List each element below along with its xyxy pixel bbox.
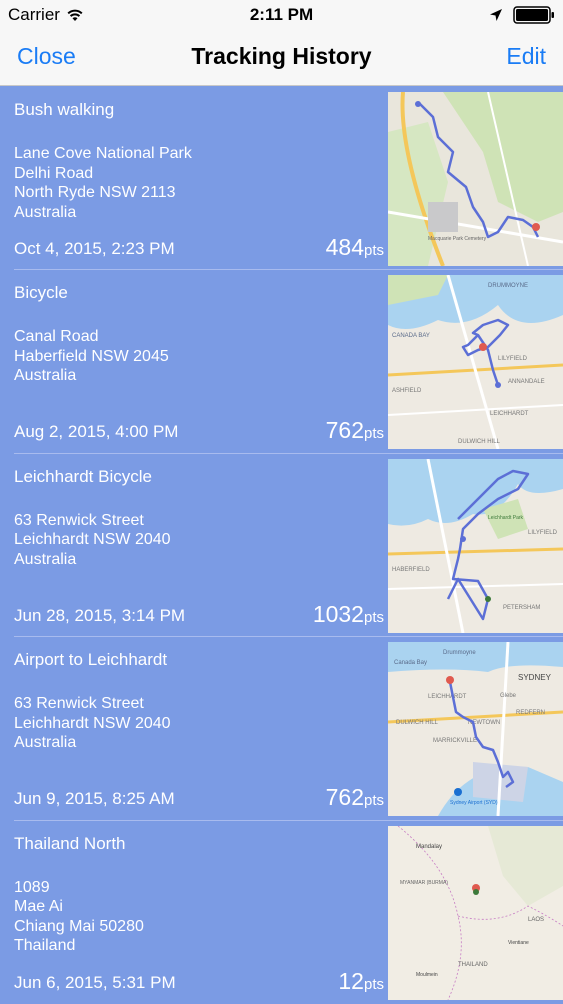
address-line: Chiang Mai 50280	[14, 917, 144, 935]
track-address: Canal Road Haberfield NSW 2045 Australia	[14, 327, 169, 386]
map-place-label: DULWICH HILL	[458, 439, 501, 445]
map-place-label: Vientiane	[508, 940, 529, 946]
track-date: Jun 6, 2015, 5:31 PM	[14, 972, 176, 992]
map-place-label: Sydney Airport (SYD)	[450, 800, 498, 806]
tracking-history-list: Bush walking Lane Cove National Park Del…	[0, 87, 563, 1004]
points-count: 1032	[312, 600, 364, 627]
status-bar: Carrier 2:11 PM	[0, 0, 563, 30]
location-arrow-icon	[490, 9, 502, 21]
map-place-label: LEICHHARDT	[428, 694, 467, 700]
map-place-label: Glebe	[500, 693, 517, 699]
address-line: Mae Ai	[14, 898, 63, 916]
address-line: 1089	[14, 878, 50, 896]
map-place-label: Mandalay	[416, 844, 442, 850]
map-place-label: MYANMAR (BURMA)	[400, 880, 448, 886]
edit-button[interactable]: Edit	[506, 43, 546, 70]
points-unit: pts	[363, 425, 384, 443]
track-points: 1032pts	[313, 601, 384, 628]
map-place-label: Macquarie Park Cemetery	[428, 236, 487, 242]
address-line: Thailand	[14, 937, 76, 955]
page-title: Tracking History	[191, 43, 372, 69]
track-points: 762pts	[326, 784, 384, 811]
track-address: 63 Renwick Street Leichhardt NSW 2040 Au…	[14, 511, 171, 570]
map-place-label: DRUMMOYNE	[488, 283, 528, 289]
address-line: Australia	[14, 734, 77, 752]
address-line: Australia	[14, 203, 77, 221]
address-line: Leichhardt NSW 2040	[14, 531, 171, 549]
track-name: Thailand North	[14, 833, 126, 853]
map-place-label: REDFERN	[516, 710, 545, 716]
track-date: Jun 28, 2015, 3:14 PM	[14, 605, 186, 625]
map-place-label: PETERSHAM	[503, 605, 540, 611]
address-line: Canal Road	[14, 328, 99, 346]
track-row[interactable]: Bush walking Lane Cove National Park Del…	[0, 87, 563, 271]
track-name: Bush walking	[14, 100, 115, 119]
track-name: Leichhardt Bicycle	[14, 466, 152, 486]
route-map-thumbnail: Macquarie Park Cemetery	[388, 92, 563, 266]
points-unit: pts	[363, 975, 384, 993]
points-unit: pts	[363, 608, 384, 626]
map-place-label: ASHFIELD	[392, 388, 422, 394]
track-points: 762pts	[326, 417, 384, 444]
track-row[interactable]: Airport to Leichhardt 63 Renwick Street …	[0, 637, 563, 821]
map-place-label: LILYFIELD	[498, 356, 528, 362]
track-address: 63 Renwick Street Leichhardt NSW 2040 Au…	[14, 694, 171, 753]
address-line: Delhi Road	[14, 164, 94, 182]
address-line: Australia	[14, 550, 77, 568]
track-name: Bicycle	[14, 283, 68, 303]
map-place-label: LAOS	[528, 917, 544, 923]
address-line: 63 Renwick Street	[14, 695, 144, 713]
map-place-label: MARRICKVILLE	[433, 738, 477, 744]
points-count: 762	[325, 417, 364, 444]
map-place-label: HABERFIELD	[392, 567, 430, 573]
clock: 2:11 PM	[249, 5, 314, 24]
track-address: Lane Cove National Park Delhi Road North…	[14, 144, 192, 222]
points-unit: pts	[363, 242, 384, 259]
route-map-thumbnail: Drummoyne Canada Bay SYDNEY Glebe LEICHH…	[388, 642, 563, 817]
address-line: North Ryde NSW 2113	[14, 184, 176, 201]
map-place-label: THAILAND	[458, 962, 488, 968]
track-date: Oct 4, 2015, 2:23 PM	[14, 239, 175, 258]
navigation-bar: Close Tracking History Edit	[0, 30, 563, 86]
track-address: 1089 Mae Ai Chiang Mai 50280 Thailand	[14, 878, 144, 956]
battery-icon	[513, 6, 554, 24]
route-map-thumbnail: Leichhardt Park LILYFIELD HABERFIELD PET…	[388, 458, 563, 633]
track-date: Aug 2, 2015, 4:00 PM	[14, 422, 179, 442]
track-row[interactable]: Thailand North 1089 Mae Ai Chiang Mai 50…	[0, 820, 563, 1004]
address-line: 63 Renwick Street	[14, 511, 144, 529]
map-place-label: DULWICH HILL	[396, 720, 439, 726]
points-unit: pts	[363, 792, 384, 810]
map-place-label: LEICHHARDT	[490, 411, 529, 417]
route-map-thumbnail: Mandalay MYANMAR (BURMA) LAOS Vientiane …	[388, 825, 563, 1000]
map-place-label: CANADA BAY	[392, 333, 430, 339]
map-place-label: Leichhardt Park	[488, 515, 524, 521]
address-line: Lane Cove National Park	[14, 145, 192, 162]
track-date: Jun 9, 2015, 8:25 AM	[14, 789, 175, 809]
track-points: 12pts	[338, 968, 384, 995]
track-name: Airport to Leichhardt	[14, 650, 168, 670]
address-line: Australia	[14, 367, 77, 385]
track-row[interactable]: Bicycle Canal Road Haberfield NSW 2045 A…	[0, 270, 563, 454]
track-row[interactable]: Leichhardt Bicycle 63 Renwick Street Lei…	[0, 453, 563, 638]
route-map-thumbnail: DRUMMOYNE CANADA BAY LILYFIELD ASHFIELD …	[388, 275, 563, 450]
points-count: 12	[338, 967, 364, 994]
map-place-label: Moulmein	[416, 972, 438, 978]
map-place-label: ANNANDALE	[508, 379, 545, 385]
map-place-label: SYDNEY	[518, 673, 552, 682]
map-place-label: Drummoyne	[443, 650, 476, 656]
address-line: Leichhardt NSW 2040	[14, 714, 171, 732]
map-place-label: LILYFIELD	[528, 530, 558, 536]
track-points: 484pts	[326, 234, 384, 261]
points-count: 762	[325, 784, 364, 811]
address-line: Haberfield NSW 2045	[14, 347, 169, 365]
map-place-label: Canada Bay	[394, 660, 427, 666]
points-count: 484	[325, 234, 364, 260]
